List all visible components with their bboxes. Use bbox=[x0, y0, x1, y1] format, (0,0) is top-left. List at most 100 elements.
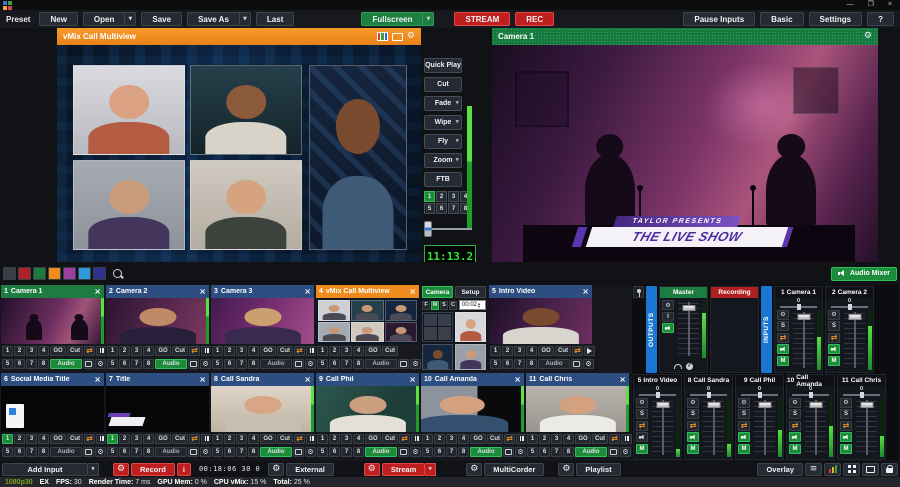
input-thumbnail[interactable] bbox=[421, 386, 524, 432]
loop-icon[interactable]: ⇄ bbox=[572, 346, 583, 356]
fullscreen-preview-icon[interactable] bbox=[392, 33, 403, 41]
transition-fly-button[interactable]: Fly▼ bbox=[424, 134, 462, 149]
pan-control[interactable]: 0 bbox=[634, 386, 681, 396]
fader-handle[interactable] bbox=[809, 402, 822, 408]
overlay-4-button[interactable]: 4 bbox=[458, 434, 469, 444]
gear-icon[interactable]: ⚙ bbox=[738, 398, 750, 408]
pan-control[interactable]: 0 bbox=[685, 386, 732, 396]
color-filter-swatch[interactable] bbox=[33, 267, 46, 280]
overlay-8-button[interactable]: 8 bbox=[38, 447, 49, 457]
overlay-4-button[interactable]: 4 bbox=[353, 434, 364, 444]
mixer-strip-header[interactable]: 10Call Amanda bbox=[787, 375, 834, 386]
go-button[interactable]: GO bbox=[365, 434, 381, 444]
speaker-mute-button[interactable] bbox=[636, 432, 648, 442]
volume-fader[interactable] bbox=[701, 398, 726, 458]
cut-button[interactable]: Cut bbox=[424, 77, 462, 92]
close-icon[interactable]: × bbox=[94, 376, 101, 384]
transition-number-2[interactable]: 2 bbox=[436, 191, 447, 202]
overlay-7-button[interactable]: 7 bbox=[131, 359, 142, 369]
overlay-5-button[interactable]: 5 bbox=[2, 447, 13, 457]
call-mode-c-button[interactable]: C bbox=[449, 301, 457, 310]
display-button[interactable] bbox=[862, 463, 879, 476]
input-header[interactable]: 3Camera 3× bbox=[211, 285, 314, 298]
overlay-6-button[interactable]: 6 bbox=[329, 447, 340, 457]
preview-header[interactable]: vMix Call Multiview ⚙ bbox=[57, 28, 421, 45]
solo-button[interactable]: S bbox=[636, 409, 648, 419]
cut-button[interactable]: Cut bbox=[487, 434, 503, 444]
close-icon[interactable]: × bbox=[409, 376, 416, 384]
speaker-mute-button[interactable] bbox=[789, 432, 801, 442]
cut-button[interactable]: Cut bbox=[382, 346, 398, 356]
audio-toggle-button[interactable]: Audio bbox=[575, 447, 607, 457]
overlay-6-button[interactable]: 6 bbox=[14, 447, 25, 457]
record-button[interactable]: Record bbox=[131, 463, 175, 476]
overlay-8-button[interactable]: 8 bbox=[248, 359, 259, 369]
basic-button[interactable]: Basic bbox=[760, 12, 803, 26]
transition-wipe-button[interactable]: Wipe▼ bbox=[424, 115, 462, 130]
call-duration-spinner[interactable]: 00:02▲ ▼ bbox=[459, 300, 486, 310]
close-icon[interactable]: × bbox=[514, 376, 521, 384]
go-button[interactable]: GO bbox=[50, 434, 66, 444]
overlay-6-button[interactable]: 6 bbox=[539, 447, 550, 457]
gear-icon[interactable]: ⚙ bbox=[864, 32, 872, 41]
overlay-2-button[interactable]: 2 bbox=[329, 434, 340, 444]
mixer-master-header[interactable]: Master bbox=[660, 287, 707, 298]
gear-icon[interactable]: ⚙ bbox=[200, 359, 211, 369]
pan-control[interactable]: 0 bbox=[826, 298, 873, 308]
gear-icon[interactable]: ⚙ bbox=[305, 447, 316, 457]
overlay-4-button[interactable]: 4 bbox=[353, 346, 364, 356]
overlay-7-button[interactable]: 7 bbox=[514, 359, 525, 369]
solo-button[interactable]: S bbox=[777, 321, 789, 331]
overlay-5-button[interactable]: 5 bbox=[107, 359, 118, 369]
overlay-3-button[interactable]: 3 bbox=[551, 434, 562, 444]
pin-icon[interactable] bbox=[633, 286, 644, 298]
transition-number-6[interactable]: 6 bbox=[436, 203, 447, 214]
solo-button[interactable]: S bbox=[687, 409, 699, 419]
gear-icon[interactable]: ⚙ bbox=[95, 359, 106, 369]
monitor-icon[interactable] bbox=[571, 359, 582, 369]
overlay-1-button[interactable]: 1 bbox=[490, 346, 501, 356]
rec-indicator-button[interactable]: REC bbox=[515, 12, 554, 26]
overlay-3-button[interactable]: 3 bbox=[236, 434, 247, 444]
overlay-7-button[interactable]: 7 bbox=[236, 359, 247, 369]
chevron-down-icon[interactable]: ▼ bbox=[456, 139, 459, 144]
overlay-3-button[interactable]: 3 bbox=[26, 434, 37, 444]
close-icon[interactable]: × bbox=[199, 376, 206, 384]
overlay-6-button[interactable]: 6 bbox=[14, 359, 25, 369]
gear-icon[interactable]: ⚙ bbox=[515, 447, 526, 457]
loop-icon[interactable]: ⇄ bbox=[294, 434, 305, 444]
overlay-8-button[interactable]: 8 bbox=[353, 447, 364, 457]
volume-fader[interactable] bbox=[791, 310, 816, 371]
chevron-down-icon[interactable]: ▼ bbox=[456, 158, 459, 163]
color-filter-swatch[interactable] bbox=[63, 267, 76, 280]
bus-routing-icon[interactable]: ⇄ bbox=[828, 333, 840, 343]
monitor-icon[interactable] bbox=[83, 447, 94, 457]
color-filter-swatch[interactable] bbox=[48, 267, 61, 280]
input-thumbnail[interactable] bbox=[316, 298, 419, 344]
volume-fader[interactable] bbox=[854, 398, 879, 458]
overlay-5-button[interactable]: 5 bbox=[107, 447, 118, 457]
ftb-button[interactable]: FTB bbox=[424, 172, 462, 187]
bus-button[interactable]: I bbox=[662, 312, 674, 322]
stats-button[interactable] bbox=[824, 463, 841, 476]
input-header[interactable]: 8Call Sandra× bbox=[211, 373, 314, 386]
input-thumbnail[interactable] bbox=[1, 386, 104, 432]
gear-icon[interactable]: ⚙ bbox=[583, 359, 594, 369]
monitor-icon[interactable] bbox=[503, 447, 514, 457]
mixer-strip-header[interactable]: 8Call Sandra bbox=[685, 375, 732, 386]
open-dropdown-icon[interactable]: ▼ bbox=[125, 12, 136, 26]
transition-number-5[interactable]: 5 bbox=[424, 203, 435, 214]
overlay-6-button[interactable]: 6 bbox=[502, 359, 513, 369]
overlay-6-button[interactable]: 6 bbox=[119, 447, 130, 457]
loop-icon[interactable]: ⇄ bbox=[189, 346, 200, 356]
speaker-mute-button[interactable] bbox=[687, 432, 699, 442]
gear-icon[interactable]: ⚙ bbox=[620, 447, 631, 457]
input-header[interactable]: 2Camera 2× bbox=[106, 285, 209, 298]
transition-number-3[interactable]: 3 bbox=[448, 191, 459, 202]
close-icon[interactable]: × bbox=[199, 288, 206, 296]
play-icon[interactable] bbox=[584, 346, 595, 356]
overlay-3-button[interactable]: 3 bbox=[236, 346, 247, 356]
audio-toggle-button[interactable]: Audio bbox=[365, 447, 397, 457]
monitor-icon[interactable] bbox=[398, 359, 409, 369]
overlay-3-button[interactable]: 3 bbox=[131, 346, 142, 356]
